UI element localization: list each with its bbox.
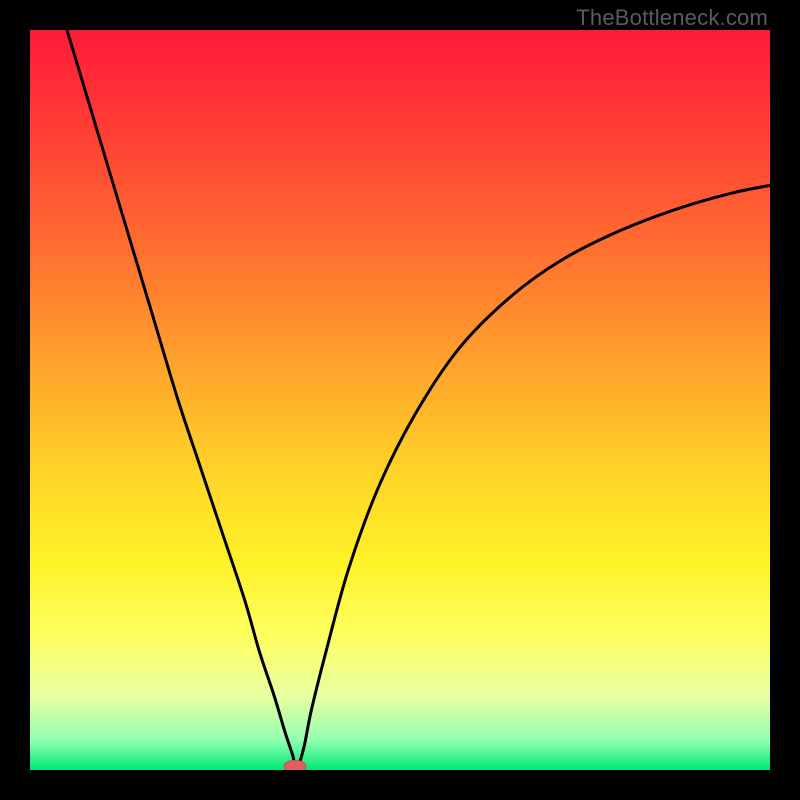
chart-frame: TheBottleneck.com <box>0 0 800 800</box>
bottleneck-curve <box>67 30 770 770</box>
optimal-marker <box>284 760 306 770</box>
plot-area <box>30 30 770 770</box>
curve-layer <box>30 30 770 770</box>
watermark-text: TheBottleneck.com <box>576 5 768 31</box>
